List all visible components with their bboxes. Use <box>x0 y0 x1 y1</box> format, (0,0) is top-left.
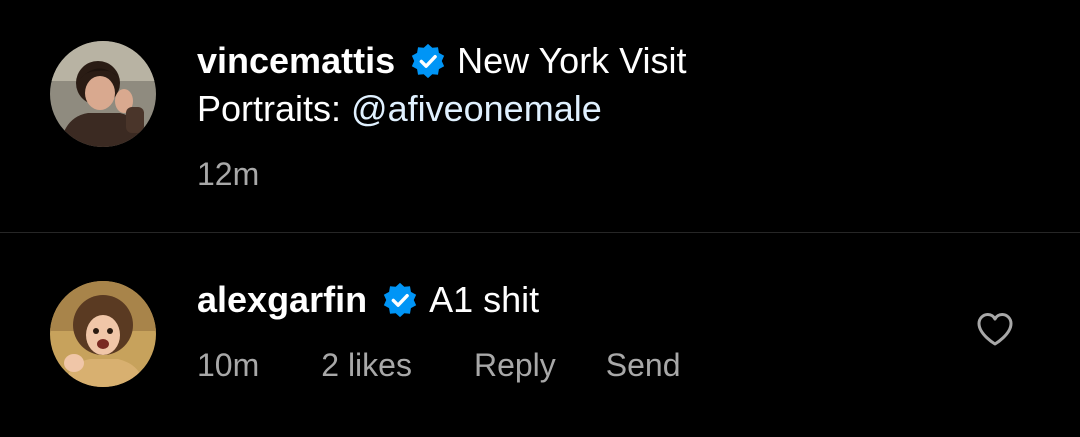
avatar-image <box>50 41 156 147</box>
send-button[interactable]: Send <box>606 345 681 385</box>
caption-line-2: Portraits: @afiveonemale <box>197 85 602 133</box>
caption-timestamp: 12m <box>197 156 260 192</box>
caption-text-line-1: New York Visit <box>457 40 687 81</box>
comment-username[interactable]: alexgarfin <box>197 279 367 320</box>
comment-text: A1 shit <box>429 279 540 320</box>
verified-badge-icon <box>409 42 447 80</box>
heart-outline-icon[interactable] <box>976 311 1014 347</box>
comment-line: alexgarfin A1 shit <box>197 276 539 324</box>
caption-line-1: vincemattis New York Visit <box>197 37 687 85</box>
avatar-image <box>50 281 156 387</box>
caption-text-prefix: Portraits: <box>197 88 352 129</box>
comment-row: alexgarfin A1 shit 10m 2 likes Reply Send <box>0 233 1080 437</box>
comment-timestamp: 10m <box>197 347 260 383</box>
avatar-alexgarfin[interactable] <box>50 281 156 387</box>
comment-likes-count[interactable]: 2 likes <box>321 345 412 385</box>
caption-meta: 12m <box>197 154 259 194</box>
comment-meta: 10m 2 likes Reply Send <box>197 345 681 385</box>
caption-mention-link[interactable]: @afiveonemale <box>351 88 602 129</box>
caption-username[interactable]: vincemattis <box>197 40 395 81</box>
post-caption: vincemattis New York Visit Portraits: @af… <box>0 0 1080 232</box>
verified-badge-icon <box>381 281 419 319</box>
avatar-vincemattis[interactable] <box>50 41 156 147</box>
reply-button[interactable]: Reply <box>474 345 556 385</box>
